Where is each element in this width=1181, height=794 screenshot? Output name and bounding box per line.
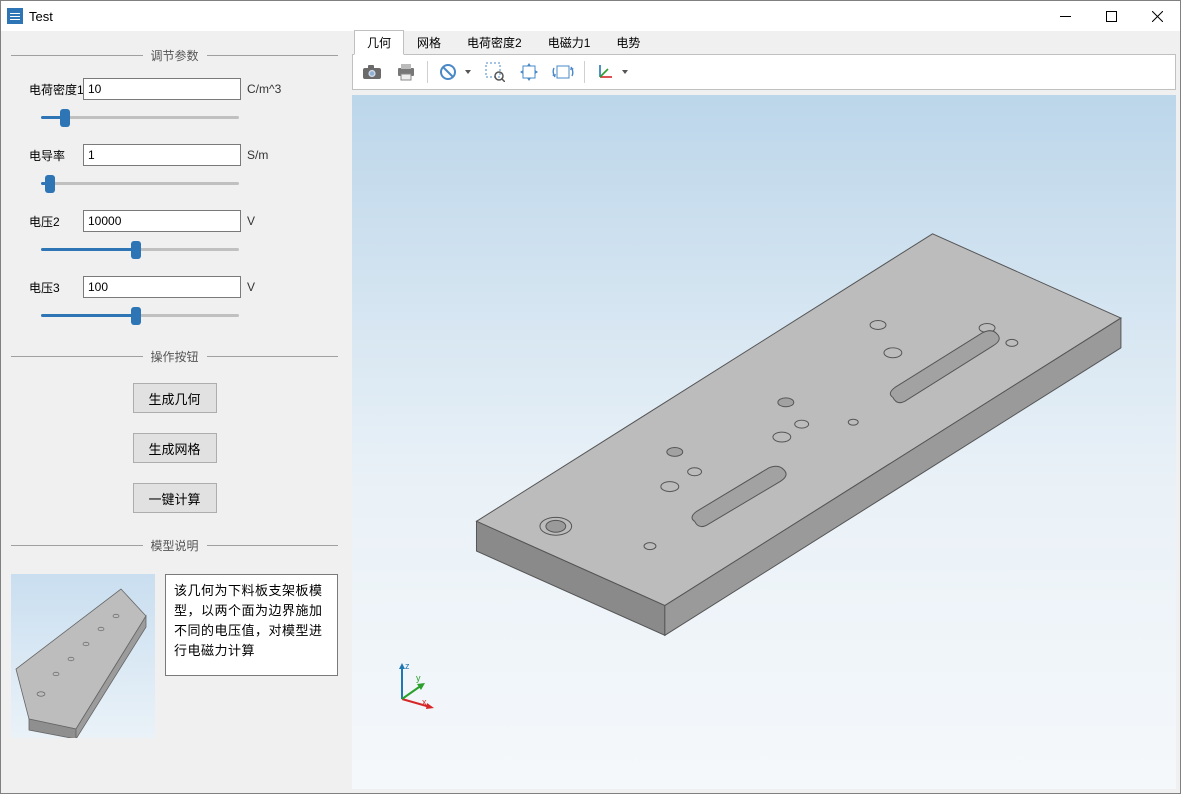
axis-gizmo: z x y xyxy=(392,659,442,709)
tab-geometry[interactable]: 几何 xyxy=(354,30,404,55)
param-label: 电导率 xyxy=(29,147,83,164)
chevron-down-icon xyxy=(465,70,471,74)
tab-em-force1[interactable]: 电磁力1 xyxy=(535,30,604,55)
tab-mesh[interactable]: 网格 xyxy=(404,30,454,55)
svg-text:z: z xyxy=(405,661,410,671)
conductivity-slider[interactable] xyxy=(41,182,239,185)
param-row-voltage3: 电压3 V xyxy=(29,276,338,298)
sidebar: 调节参数 电荷密度1 C/m^3 电导率 S/m 电压2 V xyxy=(1,31,348,793)
generate-geometry-button[interactable]: 生成几何 xyxy=(133,383,217,413)
param-row-conductivity: 电导率 S/m xyxy=(29,144,338,166)
window-title: Test xyxy=(29,9,53,24)
voltage3-input[interactable] xyxy=(83,276,241,298)
group-title-desc: 模型说明 xyxy=(11,537,338,554)
minimize-button[interactable] xyxy=(1042,1,1088,31)
param-row-charge-density: 电荷密度1 C/m^3 xyxy=(29,78,338,100)
3d-viewport[interactable]: z x y xyxy=(352,95,1176,789)
param-unit: V xyxy=(247,280,255,294)
pan-icon[interactable] xyxy=(516,59,542,85)
conductivity-input[interactable] xyxy=(83,144,241,166)
toolbar-divider xyxy=(584,61,585,83)
param-label: 电压3 xyxy=(29,279,83,296)
tab-potential[interactable]: 电势 xyxy=(603,30,653,55)
reset-icon[interactable] xyxy=(436,59,474,85)
voltage2-slider[interactable] xyxy=(41,248,239,251)
param-unit: C/m^3 xyxy=(247,82,281,96)
group-title-params: 调节参数 xyxy=(11,47,338,64)
voltage2-input[interactable] xyxy=(83,210,241,232)
model-rendering xyxy=(352,95,1176,789)
viewport-toolbar xyxy=(352,54,1176,90)
param-label: 电荷密度1 xyxy=(29,81,83,98)
voltage3-slider[interactable] xyxy=(41,314,239,317)
charge-density-input[interactable] xyxy=(83,78,241,100)
app-window: Test 调节参数 电荷密度1 C/m^3 xyxy=(0,0,1181,794)
app-icon xyxy=(7,8,23,24)
param-unit: V xyxy=(247,214,255,228)
camera-icon[interactable] xyxy=(359,59,385,85)
close-button[interactable] xyxy=(1134,1,1180,31)
calculate-button[interactable]: 一键计算 xyxy=(133,483,217,513)
zoom-box-icon[interactable] xyxy=(482,59,508,85)
svg-text:x: x xyxy=(422,697,427,707)
content-area: 调节参数 电荷密度1 C/m^3 电导率 S/m 电压2 V xyxy=(1,31,1180,793)
chevron-down-icon xyxy=(622,70,628,74)
main-panel: 几何 网格 电荷密度2 电磁力1 电势 xyxy=(348,31,1180,793)
model-thumbnail xyxy=(11,574,155,738)
svg-text:y: y xyxy=(416,673,421,683)
param-label: 电压2 xyxy=(29,213,83,230)
charge-density-slider[interactable] xyxy=(41,116,239,119)
param-unit: S/m xyxy=(247,148,268,162)
maximize-button[interactable] xyxy=(1088,1,1134,31)
tabs: 几何 网格 电荷密度2 电磁力1 电势 xyxy=(348,31,1180,55)
toolbar-divider xyxy=(427,61,428,83)
rotate-icon[interactable] xyxy=(550,59,576,85)
group-title-ops: 操作按钮 xyxy=(11,348,338,365)
titlebar: Test xyxy=(1,1,1180,31)
param-row-voltage2: 电压2 V xyxy=(29,210,338,232)
tab-charge-density2[interactable]: 电荷密度2 xyxy=(454,30,535,55)
model-description: 该几何为下料板支架板模型，以两个面为边界施加不同的电压值，对模型进行电磁力计算 xyxy=(165,574,338,676)
description-row: 该几何为下料板支架板模型，以两个面为边界施加不同的电压值，对模型进行电磁力计算 xyxy=(11,574,338,738)
print-icon[interactable] xyxy=(393,59,419,85)
axes-icon[interactable] xyxy=(593,59,631,85)
generate-mesh-button[interactable]: 生成网格 xyxy=(133,433,217,463)
